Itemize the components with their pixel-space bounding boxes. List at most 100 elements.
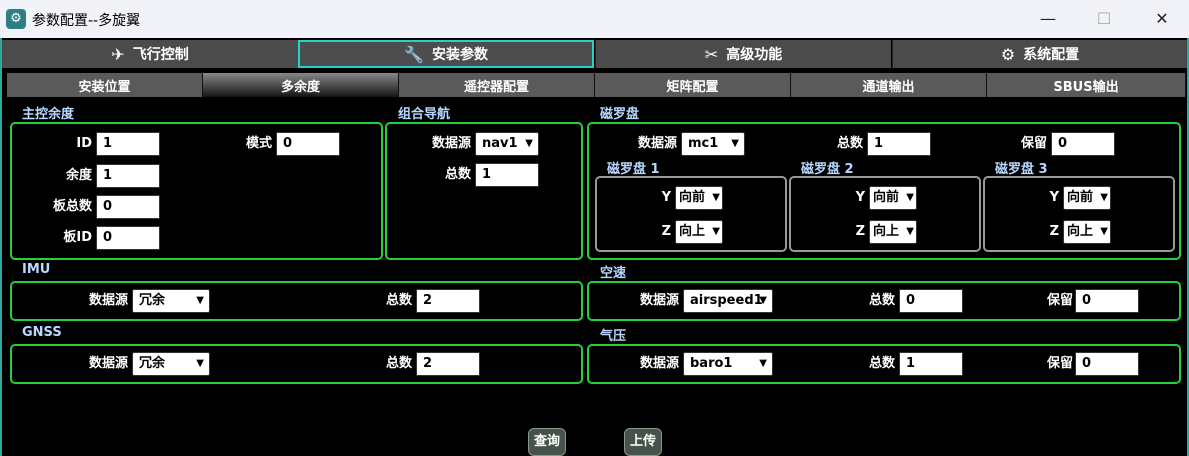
chevron-down-icon: ▼ (1100, 226, 1108, 237)
nav-group: 数据源 nav1 ▼ 总数 1 (385, 122, 583, 260)
chevron-down-icon: ▼ (712, 226, 720, 237)
maximize-button[interactable]: ☐ (1081, 0, 1127, 38)
imu-group: 数据源 冗余 ▼ 总数 2 (10, 281, 583, 321)
baro-source-label: 数据源 (639, 356, 679, 371)
baro-source-select[interactable]: baro1 ▼ (683, 352, 773, 376)
mode-field[interactable]: 0 (276, 132, 340, 156)
tab-label: 系统配置 (1023, 47, 1080, 63)
select-value: nav1 (482, 136, 518, 151)
baro-total-field[interactable]: 1 (899, 352, 963, 376)
section-title-baro: 气压 (600, 329, 627, 344)
gear-icon: ⚙ (6, 9, 26, 29)
select-value: 向上 (1067, 224, 1094, 239)
nav-source-select[interactable]: nav1 ▼ (475, 132, 539, 156)
section-title-nav: 组合导航 (398, 107, 451, 122)
compass-group: 数据源 mc1 ▼ 总数 1 保留 0 磁罗盘 1 Y 向前 ▼ Z 向上 ▼ … (587, 122, 1181, 260)
tab-install-params[interactable]: 🔧 安装参数 (298, 40, 594, 68)
subtab-channel-output[interactable]: 通道输出 (791, 73, 987, 97)
airspeed-group: 数据源 airspeed1 ▼ 总数 0 保留 0 (587, 281, 1181, 321)
baro-reserve-field[interactable]: 0 (1075, 352, 1139, 376)
subtab-sbus-output[interactable]: SBUS输出 (987, 73, 1186, 97)
sub-tab-bar: 安装位置 多余度 遥控器配置 矩阵配置 通道输出 SBUS输出 (7, 73, 1186, 97)
wrench-icon: 🔧 (404, 44, 424, 64)
app-body: ✈ 飞行控制 🔧 安装参数 ✂ 高级功能 ⚙ 系统配置 安装位置 多余度 遥控器… (0, 38, 1189, 456)
select-value: 向前 (679, 190, 706, 205)
title-bar: ⚙ 参数配置--多旋翼 — ☐ ✕ (0, 0, 1189, 38)
compass-1-y-select[interactable]: 向前 ▼ (675, 186, 723, 210)
airspeed-reserve-field[interactable]: 0 (1075, 289, 1139, 313)
id-field[interactable]: 1 (96, 132, 160, 156)
gnss-total-field[interactable]: 2 (416, 352, 480, 376)
gnss-total-label: 总数 (385, 356, 412, 371)
board-total-label: 板总数 (52, 199, 92, 214)
compass-3-y-select[interactable]: 向前 ▼ (1063, 186, 1111, 210)
compass-2-z-select[interactable]: 向上 ▼ (869, 220, 917, 244)
subtab-matrix-config[interactable]: 矩阵配置 (595, 73, 791, 97)
imu-total-field[interactable]: 2 (416, 289, 480, 313)
tab-advanced[interactable]: ✂ 高级功能 (595, 40, 891, 68)
airspeed-total-field[interactable]: 0 (899, 289, 963, 313)
gnss-source-select[interactable]: 冗余 ▼ (132, 352, 210, 376)
chevron-down-icon: ▼ (759, 295, 767, 306)
nav-source-label: 数据源 (431, 136, 471, 151)
subtab-redundancy[interactable]: 多余度 (203, 73, 399, 97)
chevron-down-icon: ▼ (196, 295, 204, 306)
redundancy-label: 余度 (65, 168, 92, 183)
board-total-field[interactable]: 0 (96, 195, 160, 219)
gnss-group: 数据源 冗余 ▼ 总数 2 (10, 344, 583, 384)
minimize-button[interactable]: — (1025, 0, 1071, 38)
airspeed-source-select[interactable]: airspeed1 ▼ (683, 289, 773, 313)
compass-2-y-label: Y (855, 190, 865, 205)
tab-label: 飞行控制 (132, 47, 189, 63)
compass-1-z-select[interactable]: 向上 ▼ (675, 220, 723, 244)
subtab-rc-config[interactable]: 遥控器配置 (399, 73, 595, 97)
section-title-main-ctrl: 主控余度 (22, 107, 75, 122)
imu-total-label: 总数 (385, 293, 412, 308)
compass-reserve-label: 保留 (1020, 136, 1047, 151)
compass-total-label: 总数 (836, 136, 863, 151)
tools-icon: ✂ (704, 44, 719, 64)
tab-system-config[interactable]: ⚙ 系统配置 (892, 40, 1187, 68)
query-button[interactable]: 查询 (528, 428, 566, 456)
compass-1-z-label: Z (661, 224, 671, 239)
compass-3-y-label: Y (1049, 190, 1059, 205)
chevron-down-icon: ▼ (525, 138, 533, 149)
nav-total-field[interactable]: 1 (475, 163, 539, 187)
tab-label: 高级功能 (726, 47, 783, 63)
select-value: 向上 (679, 224, 706, 239)
id-label: ID (76, 136, 92, 151)
baro-group: 数据源 baro1 ▼ 总数 1 保留 0 (587, 344, 1181, 384)
select-value: 向上 (873, 224, 900, 239)
compass-3-z-select[interactable]: 向上 ▼ (1063, 220, 1111, 244)
compass-reserve-field[interactable]: 0 (1051, 132, 1115, 156)
upload-button[interactable]: 上传 (624, 428, 662, 456)
compass-source-select[interactable]: mc1 ▼ (681, 132, 745, 156)
baro-total-label: 总数 (868, 356, 895, 371)
airspeed-source-label: 数据源 (639, 293, 679, 308)
imu-source-select[interactable]: 冗余 ▼ (132, 289, 210, 313)
redundancy-field[interactable]: 1 (96, 164, 160, 188)
select-value: airspeed1 (690, 293, 763, 308)
compass-2-z-label: Z (855, 224, 865, 239)
imu-source-label: 数据源 (88, 293, 128, 308)
chevron-down-icon: ▼ (712, 192, 720, 203)
compass-2-y-select[interactable]: 向前 ▼ (869, 186, 917, 210)
select-value: 冗余 (139, 356, 166, 371)
close-button[interactable]: ✕ (1139, 0, 1185, 38)
airspeed-total-label: 总数 (868, 293, 895, 308)
compass-1-y-label: Y (661, 190, 671, 205)
board-id-field[interactable]: 0 (96, 226, 160, 250)
gnss-source-label: 数据源 (88, 356, 128, 371)
compass-total-field[interactable]: 1 (867, 132, 931, 156)
window-title: 参数配置--多旋翼 (32, 13, 141, 29)
select-value: 向前 (873, 190, 900, 205)
chevron-down-icon: ▼ (196, 358, 204, 369)
gear-icon: ⚙ (1000, 44, 1016, 64)
chevron-down-icon: ▼ (906, 192, 914, 203)
compass-3-title: 磁罗盘 3 (995, 162, 1048, 177)
compass-source-label: 数据源 (637, 136, 677, 151)
tab-flight-control[interactable]: ✈ 飞行控制 (2, 40, 298, 68)
compass-2-title: 磁罗盘 2 (801, 162, 854, 177)
airspeed-reserve-label: 保留 (1046, 293, 1073, 308)
subtab-install-position[interactable]: 安装位置 (7, 73, 203, 97)
